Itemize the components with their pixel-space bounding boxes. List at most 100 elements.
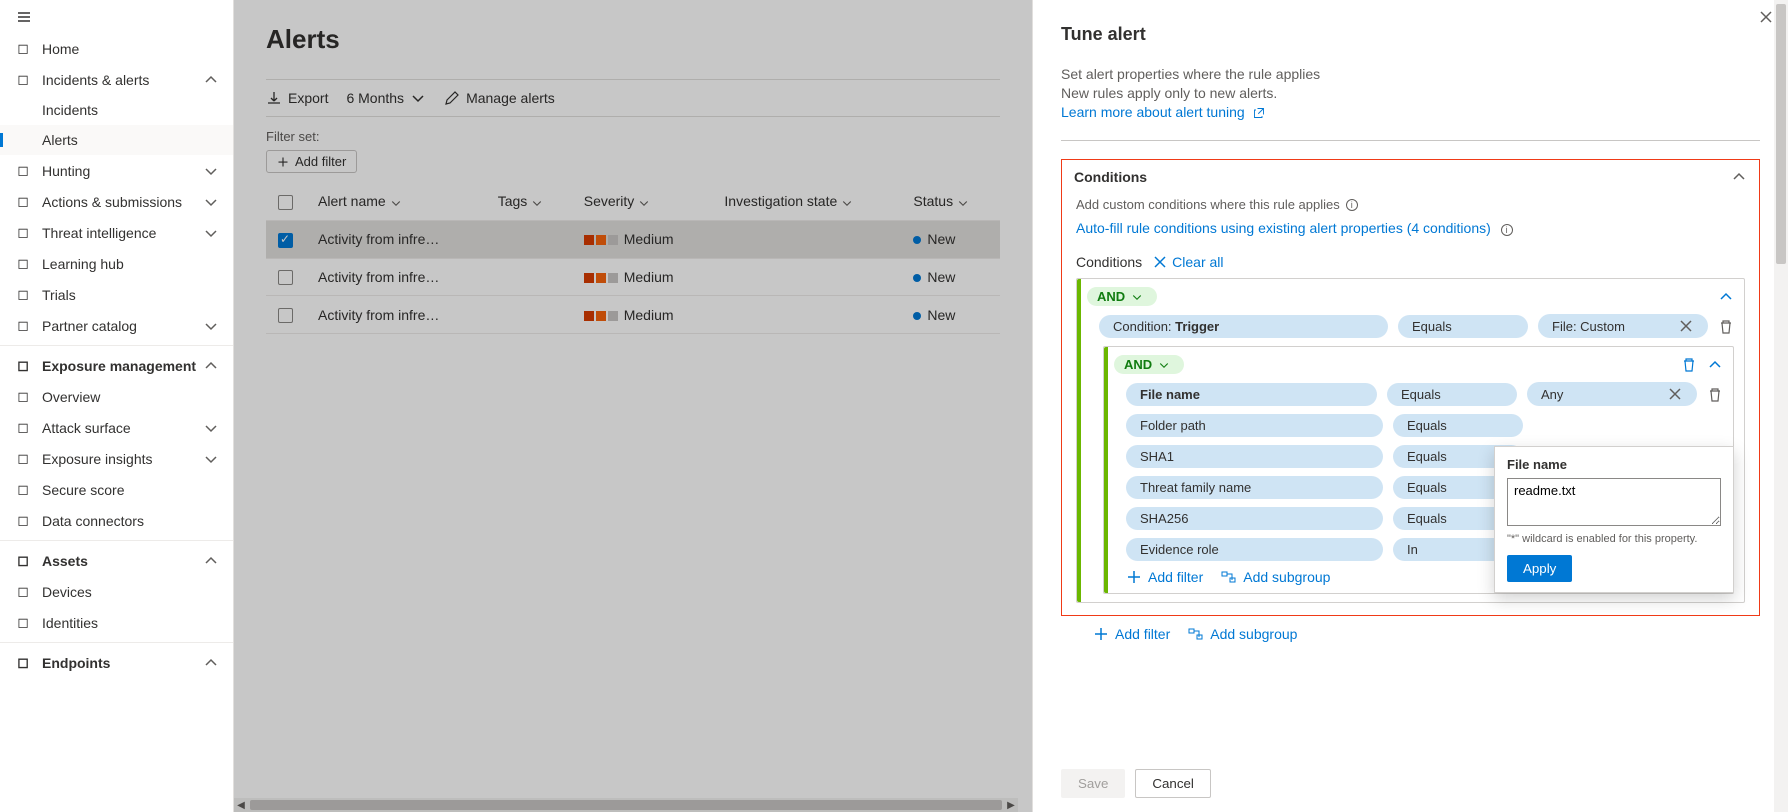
nav-item[interactable]: ◻Endpoints — [0, 647, 233, 678]
chevron-down-icon — [203, 194, 219, 210]
add-filter-button[interactable]: Add filter — [1093, 626, 1170, 642]
cell-alert-name: Activity from infre… — [306, 296, 486, 334]
collapse-conditions-button[interactable] — [1731, 168, 1747, 185]
conditions-header: Conditions — [1074, 169, 1147, 185]
table-row[interactable]: Activity from infre…MediumNew — [266, 296, 1000, 334]
condition-value-pill[interactable]: Any — [1527, 382, 1697, 406]
close-icon[interactable] — [1667, 386, 1683, 402]
condition-op-pill[interactable]: Equals — [1387, 383, 1517, 406]
table-row[interactable]: Activity from infre…MediumNew — [266, 220, 1000, 258]
nav-item[interactable]: ◻Threat intelligence — [0, 217, 233, 248]
and-operator-chip[interactable]: AND — [1114, 355, 1184, 374]
chevron-up-icon — [1731, 169, 1747, 185]
nav-item[interactable]: Alerts — [0, 125, 233, 155]
delete-condition-button[interactable] — [1718, 318, 1734, 335]
chevron-up-icon — [203, 72, 219, 88]
horizontal-scrollbar[interactable]: ◀▶ — [234, 798, 1018, 812]
nav-label: Exposure management — [42, 358, 203, 374]
condition-field-pill[interactable]: Condition: Trigger — [1099, 315, 1388, 338]
nav-item[interactable]: ◻Data connectors — [0, 505, 233, 536]
nav-item[interactable]: ◻Exposure insights — [0, 443, 233, 474]
nav-item[interactable]: ◻Incidents & alerts — [0, 64, 233, 95]
collapse-group-button[interactable] — [1707, 356, 1723, 373]
collapse-group-button[interactable] — [1718, 288, 1734, 305]
info-icon[interactable]: i — [1501, 224, 1513, 236]
clock-icon: ◻ — [14, 357, 32, 374]
nav-item[interactable]: ◻Identities — [0, 607, 233, 638]
filename-input[interactable] — [1507, 478, 1721, 526]
col-severity[interactable]: Severity — [572, 183, 713, 220]
trash-icon — [1718, 319, 1734, 335]
download-icon — [266, 90, 282, 106]
overlay-dim — [234, 0, 1032, 812]
condition-field-pill[interactable]: Folder path — [1126, 414, 1383, 437]
add-subgroup-button[interactable]: Add subgroup — [1188, 626, 1297, 642]
vertical-scrollbar[interactable] — [1774, 0, 1788, 812]
nav-item[interactable]: ◻Secure score — [0, 474, 233, 505]
condition-row: Folder path Equals — [1114, 414, 1723, 437]
row-checkbox[interactable] — [278, 270, 293, 285]
nav-label: Assets — [42, 553, 203, 569]
table-row[interactable]: Activity from infre…MediumNew — [266, 258, 1000, 296]
chevron-down-icon — [203, 163, 219, 179]
chevron-down-icon — [203, 420, 219, 436]
export-button[interactable]: Export — [266, 90, 328, 106]
nav-item[interactable]: ◻Learning hub — [0, 248, 233, 279]
condition-field-pill[interactable]: File name — [1126, 383, 1377, 406]
add-filter-chip[interactable]: Add filter — [266, 150, 357, 173]
nav-label: Hunting — [42, 163, 203, 179]
delete-group-button[interactable] — [1681, 356, 1697, 373]
delete-condition-button[interactable] — [1707, 386, 1723, 403]
nav-item[interactable]: ◻Overview — [0, 381, 233, 412]
cancel-button[interactable]: Cancel — [1135, 769, 1211, 798]
clear-all-button[interactable]: Clear all — [1152, 254, 1223, 270]
add-subgroup-button[interactable]: Add subgroup — [1221, 569, 1330, 585]
tune-alert-panel: Tune alert Set alert properties where th… — [1032, 0, 1788, 812]
condition-field-pill[interactable]: Evidence role — [1126, 538, 1383, 561]
col-status[interactable]: Status — [901, 183, 1000, 220]
apply-button[interactable]: Apply — [1507, 555, 1572, 582]
manage-alerts-button[interactable]: Manage alerts — [444, 90, 555, 106]
nav-item[interactable]: ◻Attack surface — [0, 412, 233, 443]
hamburger-button[interactable] — [0, 0, 233, 33]
close-icon[interactable] — [1678, 318, 1694, 334]
condition-op-pill[interactable]: Equals — [1398, 315, 1528, 338]
add-filter-button[interactable]: Add filter — [1126, 569, 1203, 585]
condition-field-pill[interactable]: SHA256 — [1126, 507, 1383, 530]
condition-op-pill[interactable]: Equals — [1393, 414, 1523, 437]
info-icon[interactable]: i — [1346, 199, 1358, 211]
toolbar: Export 6 Months Manage alerts — [266, 79, 1000, 117]
select-all-checkbox[interactable] — [278, 195, 293, 210]
menu-icon — [16, 9, 32, 25]
trash-icon — [1707, 387, 1723, 403]
row-checkbox[interactable] — [278, 308, 293, 323]
external-link-icon — [1253, 107, 1265, 119]
autofill-link[interactable]: Auto-fill rule conditions using existing… — [1076, 220, 1491, 236]
condition-field-pill[interactable]: Threat family name — [1126, 476, 1383, 499]
save-button[interactable]: Save — [1061, 769, 1125, 798]
nav-item[interactable]: ◻Assets — [0, 545, 233, 576]
nav-item[interactable]: ◻Partner catalog — [0, 310, 233, 341]
close-icon — [1758, 9, 1774, 25]
and-operator-chip[interactable]: AND — [1087, 287, 1157, 306]
condition-field-pill[interactable]: SHA1 — [1126, 445, 1383, 468]
nav-item[interactable]: Incidents — [0, 95, 233, 125]
nav-item[interactable]: ◻Home — [0, 33, 233, 64]
chevron-up-icon — [203, 655, 219, 671]
nav-item[interactable]: ◻Devices — [0, 576, 233, 607]
col-alert-name[interactable]: Alert name — [306, 183, 486, 220]
nav-label: Incidents & alerts — [42, 72, 203, 88]
row-checkbox[interactable] — [278, 233, 293, 248]
learn-more-link[interactable]: Learn more about alert tuning — [1061, 104, 1265, 120]
range-dropdown[interactable]: 6 Months — [346, 90, 426, 106]
col-tags[interactable]: Tags — [486, 183, 572, 220]
nav-item[interactable]: ◻Trials — [0, 279, 233, 310]
condition-value-pill[interactable]: File: Custom — [1538, 314, 1708, 338]
col-investigation[interactable]: Investigation state — [712, 183, 901, 220]
nav-label: Home — [42, 41, 219, 57]
nav-item[interactable]: ◻Actions & submissions — [0, 186, 233, 217]
nav-label: Overview — [42, 389, 219, 405]
nav-item[interactable]: ◻ Exposure management — [0, 350, 233, 381]
close-panel-button[interactable] — [1758, 8, 1774, 26]
nav-item[interactable]: ◻Hunting — [0, 155, 233, 186]
